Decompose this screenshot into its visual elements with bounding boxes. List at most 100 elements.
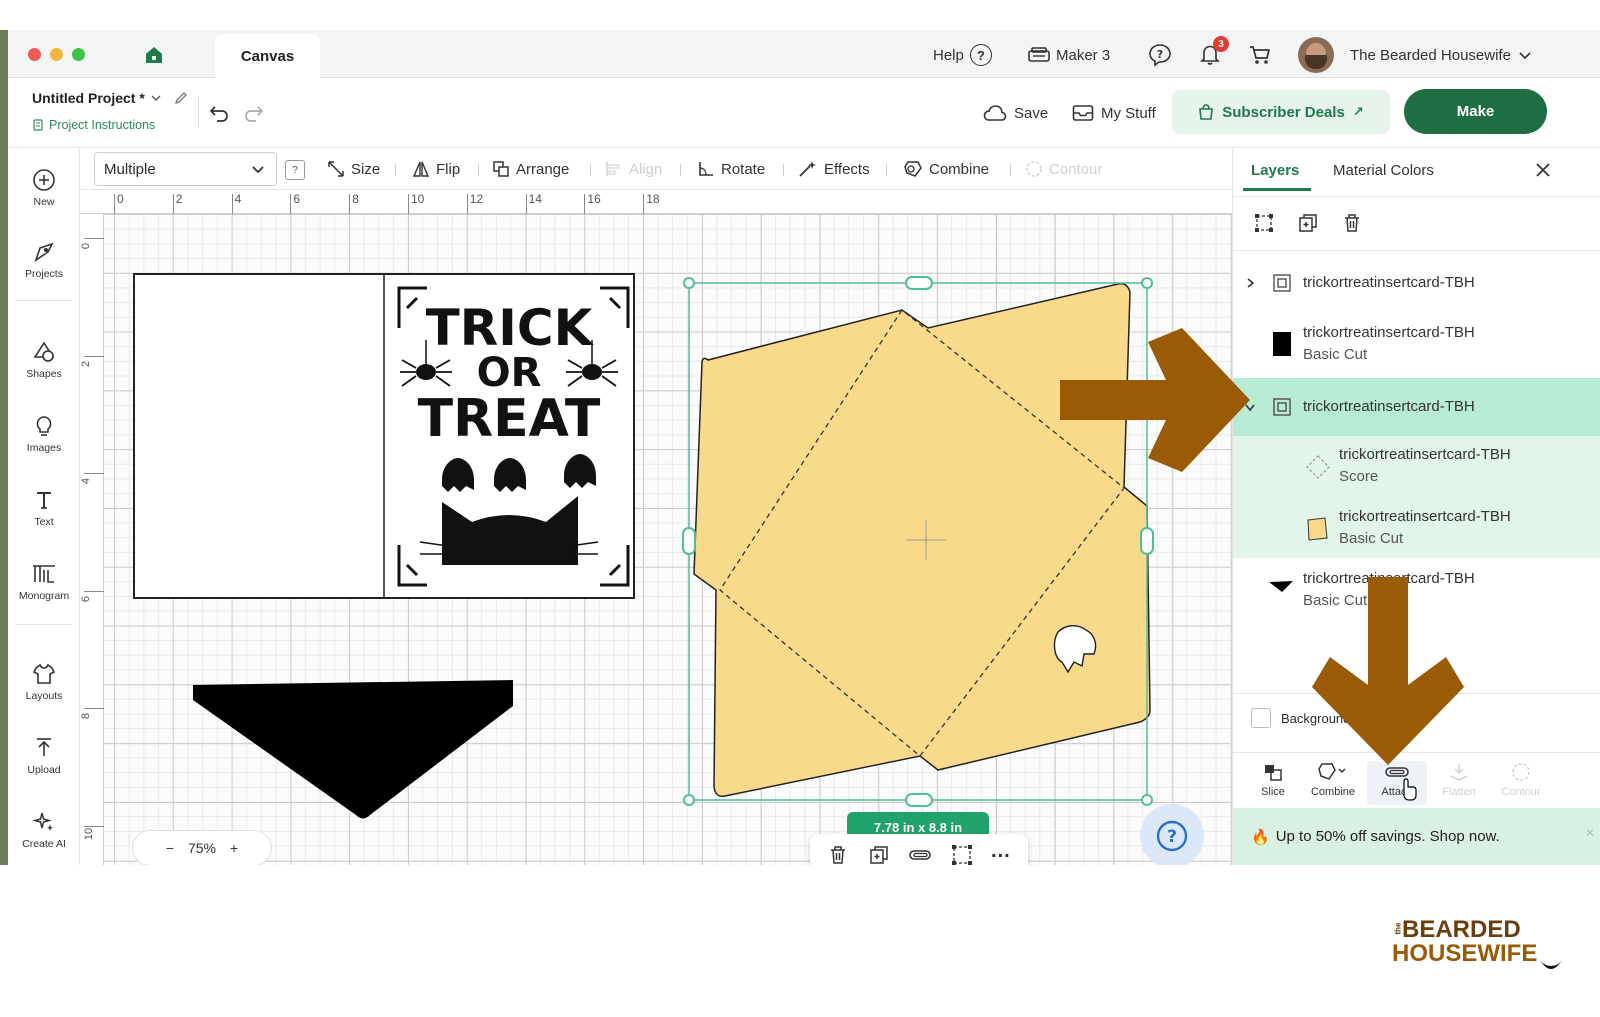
resize-handle[interactable]: [905, 793, 933, 807]
pocket-shape[interactable]: [193, 680, 513, 819]
minimize-window-button[interactable]: [50, 48, 63, 61]
layer-swatch: [1307, 517, 1328, 541]
layer-row[interactable]: trickortreatinsertcard-TBH: [1233, 258, 1600, 310]
flip-button[interactable]: Flip: [412, 157, 460, 181]
size-button[interactable]: Size: [327, 157, 380, 181]
machine-icon: [1028, 47, 1050, 62]
resize-handle[interactable]: [1141, 794, 1153, 806]
promo-banner[interactable]: 🔥 Up to 50% off savings. Shop now. ✕: [1233, 808, 1600, 865]
chevron-right-icon[interactable]: [1243, 276, 1257, 290]
zoom-out-button[interactable]: −: [166, 840, 174, 856]
trash-icon[interactable]: [1341, 212, 1363, 234]
promo-text: Up to 50% off savings. Shop now.: [1275, 828, 1500, 845]
my-stuff-button[interactable]: My Stuff: [1072, 100, 1156, 126]
tab-layers[interactable]: Layers: [1251, 162, 1299, 179]
sidebar-item-label: Projects: [25, 268, 63, 280]
resize-handle[interactable]: [683, 277, 695, 289]
fire-icon: 🔥: [1251, 828, 1270, 846]
subscriber-deals-button[interactable]: Subscriber Deals ↗: [1172, 90, 1390, 134]
close-icon[interactable]: ✕: [1585, 826, 1595, 840]
operation-help-button[interactable]: ?: [285, 160, 305, 180]
layer-row[interactable]: trickortreatinsertcard-TBH Score: [1233, 436, 1600, 498]
sidebar-item-monogram[interactable]: Monogram: [8, 562, 80, 602]
layer-row[interactable]: trickortreatinsertcard-TBH Basic Cut: [1233, 310, 1600, 376]
chat-help-icon[interactable]: ?: [1148, 43, 1172, 67]
zoom-in-button[interactable]: +: [230, 840, 238, 856]
project-bar: Untitled Project * Project Instructions …: [8, 78, 1600, 148]
card-text-line3: TREAT: [418, 389, 601, 449]
arrange-button[interactable]: Arrange: [492, 157, 569, 181]
cart-icon[interactable]: [1248, 43, 1272, 67]
save-button[interactable]: Save: [983, 100, 1048, 126]
combine-button[interactable]: Combine: [903, 157, 989, 181]
more-options-icon[interactable]: ...: [991, 840, 1011, 863]
sidebar-item-shapes[interactable]: Shapes: [8, 340, 80, 380]
account-menu[interactable]: The Bearded Housewife: [1350, 42, 1533, 68]
layer-name: trickortreatinsertcard-TBH: [1303, 324, 1475, 341]
contour-panel-button[interactable]: Contour: [1491, 761, 1551, 798]
pencil-icon[interactable]: [173, 90, 189, 106]
sidebar-item-layouts[interactable]: Layouts: [8, 662, 80, 702]
avatar[interactable]: [1298, 37, 1334, 73]
project-title-text: Untitled Project *: [32, 90, 145, 106]
sidebar-item-projects[interactable]: Projects: [8, 240, 80, 280]
tab-material-colors[interactable]: Material Colors: [1333, 162, 1434, 179]
resize-handle[interactable]: [682, 527, 696, 555]
trash-icon[interactable]: [827, 844, 849, 865]
maximize-window-button[interactable]: [72, 48, 85, 61]
notifications-button[interactable]: 3: [1198, 36, 1229, 70]
sidebar-item-upload[interactable]: Upload: [8, 736, 80, 776]
duplicate-icon[interactable]: [868, 844, 890, 865]
inbox-icon: [1072, 105, 1094, 121]
contour-label: Contour: [1501, 786, 1541, 798]
tab-canvas[interactable]: Canvas: [215, 34, 320, 78]
layer-name: trickortreatinsertcard-TBH: [1303, 398, 1475, 415]
group-layers-icon[interactable]: [1253, 212, 1275, 234]
contour-icon: [1026, 161, 1042, 177]
rotate-button[interactable]: Rotate: [697, 157, 765, 181]
redo-icon[interactable]: [243, 102, 265, 124]
close-icon[interactable]: [1533, 160, 1553, 180]
operation-select[interactable]: Multiple: [94, 152, 277, 186]
flip-icon: [412, 161, 430, 177]
attach-icon[interactable]: [908, 844, 932, 865]
insert-card[interactable]: TRICK OR TREAT: [133, 273, 635, 599]
effects-button[interactable]: Effects: [798, 157, 870, 181]
layer-row[interactable]: trickortreatinsertcard-TBH Basic Cut: [1233, 498, 1600, 558]
help-chat-button[interactable]: ?: [1140, 804, 1204, 865]
resize-handle[interactable]: [905, 276, 933, 290]
resize-handle[interactable]: [683, 794, 695, 806]
sidebar-item-new[interactable]: New: [8, 168, 80, 208]
align-label: Align: [629, 160, 663, 178]
score-line-icon: [1306, 455, 1330, 479]
arrange-icon: [493, 161, 509, 177]
shirt-icon: [32, 663, 56, 684]
combine-icon: [904, 161, 922, 177]
machine-selector[interactable]: Maker 3: [1028, 42, 1110, 68]
project-title[interactable]: Untitled Project *: [32, 90, 189, 106]
close-window-button[interactable]: [28, 48, 41, 61]
group-icon[interactable]: [951, 844, 973, 865]
align-button[interactable]: Align: [605, 157, 662, 181]
left-sidebar: New Projects Shapes Images Text Monogram…: [8, 148, 80, 865]
resize-handle[interactable]: [1141, 277, 1153, 289]
undo-icon[interactable]: [208, 102, 230, 124]
sidebar-item-images[interactable]: Images: [8, 414, 80, 454]
home-icon[interactable]: [144, 45, 164, 65]
resize-handle[interactable]: [1140, 527, 1154, 555]
sidebar-item-text[interactable]: Text: [8, 488, 80, 528]
duplicate-icon[interactable]: [1297, 212, 1319, 234]
help-label: Help: [933, 46, 964, 64]
text-icon: [37, 492, 51, 509]
sidebar-item-create-ai[interactable]: Create AI: [8, 810, 80, 850]
make-button[interactable]: Make: [1404, 89, 1547, 134]
help-button[interactable]: Help ?: [933, 42, 992, 68]
design-canvas[interactable]: 0 2 4 6 8 10 12 14 16 18 0 2 4 6 8 10 TR…: [80, 190, 1232, 865]
subscriber-deals-label: Subscriber Deals: [1222, 103, 1345, 121]
slice-button[interactable]: Slice: [1243, 761, 1303, 798]
layer-row-selected[interactable]: trickortreatinsertcard-TBH: [1233, 378, 1600, 436]
contour-button[interactable]: Contour: [1025, 157, 1102, 181]
layer-type: Basic Cut: [1303, 346, 1368, 363]
project-instructions-link[interactable]: Project Instructions: [32, 118, 155, 132]
background-checkbox[interactable]: [1251, 708, 1271, 728]
